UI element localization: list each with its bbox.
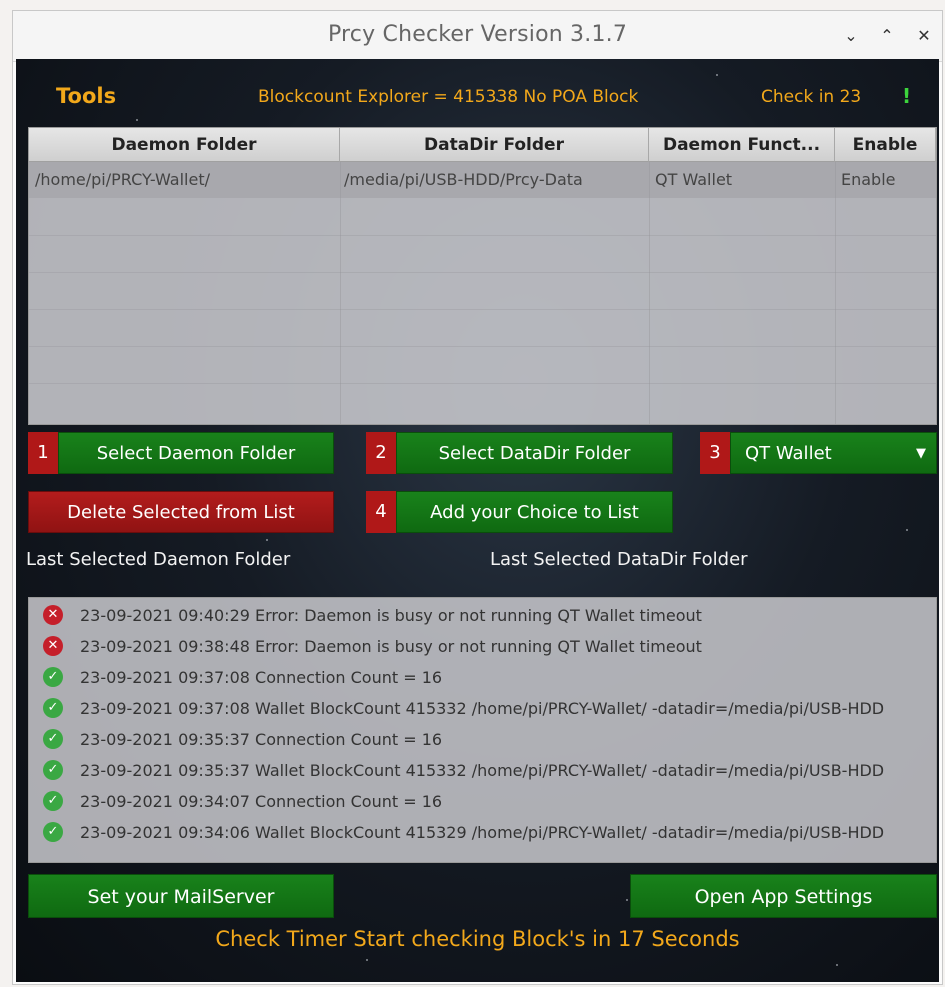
star-decoration: [366, 959, 368, 961]
column-divider: [835, 162, 836, 424]
log-entry-text: 23-09-2021 09:34:06 Wallet BlockCount 41…: [80, 823, 885, 842]
set-mailserver-button[interactable]: Set your MailServer: [28, 874, 334, 918]
row-divider: [29, 235, 936, 236]
title-bar[interactable]: Prcy Checker Version 3.1.7 ⌄ ⌃ ✕: [13, 11, 942, 62]
log-entry-text: 23-09-2021 09:37:08 Connection Count = 1…: [80, 668, 443, 687]
open-app-settings-button[interactable]: Open App Settings: [630, 874, 937, 918]
last-selected-daemon-label: Last Selected Daemon Folder: [26, 549, 291, 570]
row-divider: [29, 309, 936, 310]
add-choice-to-list-button[interactable]: Add your Choice to List: [396, 491, 673, 533]
log-entry: ✓ 23-09-2021 09:37:08 Connection Count =…: [29, 662, 936, 693]
row-divider: [29, 346, 936, 347]
check-icon: ✓: [43, 822, 63, 842]
dropdown-arrow-icon: ▼: [916, 446, 926, 461]
table-cell-daemon-function: QT Wallet: [655, 170, 733, 189]
error-icon: ✕: [43, 605, 63, 625]
log-entry: ✓ 23-09-2021 09:34:07 Connection Count =…: [29, 786, 936, 817]
maximize-button[interactable]: ⌃: [874, 23, 900, 49]
status-indicator-icon: !: [902, 84, 912, 108]
step-2-badge: 2: [366, 432, 396, 474]
log-entry: ✓ 23-09-2021 09:37:08 Wallet BlockCount …: [29, 693, 936, 724]
column-divider: [340, 162, 341, 424]
log-entry-text: 23-09-2021 09:37:08 Wallet BlockCount 41…: [80, 699, 885, 718]
log-entry-text: 23-09-2021 09:35:37 Wallet BlockCount 41…: [80, 761, 885, 780]
log-entry-text: 23-09-2021 09:34:07 Connection Count = 1…: [80, 792, 443, 811]
blockcount-explorer-label: Blockcount Explorer = 415338 No POA Bloc…: [258, 87, 639, 107]
check-icon: ✓: [43, 667, 63, 687]
minimize-button[interactable]: ⌄: [838, 23, 864, 49]
log-entry-text: 23-09-2021 09:40:29 Error: Daemon is bus…: [80, 606, 702, 625]
check-countdown-label: Check in 23: [761, 87, 862, 107]
column-divider: [649, 162, 650, 424]
window-title: Prcy Checker Version 3.1.7: [327, 22, 628, 47]
event-log[interactable]: ✕ 23-09-2021 09:40:29 Error: Daemon is b…: [28, 597, 937, 863]
table-cell-daemon-folder: /home/pi/PRCY-Wallet/: [35, 170, 210, 189]
check-icon: ✓: [43, 760, 63, 780]
star-decoration: [836, 964, 838, 966]
step-3-badge: 3: [700, 432, 730, 474]
check-icon: ✓: [43, 729, 63, 749]
log-entry: ✕ 23-09-2021 09:40:29 Error: Daemon is b…: [29, 600, 936, 631]
table-cell-enable: Enable: [841, 170, 896, 189]
star-decoration: [626, 899, 628, 901]
table-cell-datadir-folder: /media/pi/USB-HDD/Prcy-Data: [344, 170, 583, 189]
log-entry: ✓ 23-09-2021 09:35:37 Wallet BlockCount …: [29, 755, 936, 786]
column-header-daemon-folder[interactable]: Daemon Folder: [29, 128, 340, 162]
log-entry-text: 23-09-2021 09:35:37 Connection Count = 1…: [80, 730, 443, 749]
star-decoration: [906, 529, 908, 531]
main-panel: Tools Blockcount Explorer = 415338 No PO…: [16, 59, 939, 982]
log-entry: ✕ 23-09-2021 09:38:48 Error: Daemon is b…: [29, 631, 936, 662]
select-datadir-folder-button[interactable]: Select DataDir Folder: [396, 432, 673, 474]
check-icon: ✓: [43, 698, 63, 718]
select-daemon-folder-button[interactable]: Select Daemon Folder: [58, 432, 334, 474]
step-1-badge: 1: [28, 432, 58, 474]
app-window: Prcy Checker Version 3.1.7 ⌄ ⌃ ✕ Tools B…: [12, 10, 943, 985]
dropdown-selected-value: QT Wallet: [745, 443, 832, 464]
log-entry-text: 23-09-2021 09:38:48 Error: Daemon is bus…: [80, 637, 702, 656]
step-4-badge: 4: [366, 491, 396, 533]
row-divider: [29, 272, 936, 273]
star-decoration: [266, 539, 268, 541]
daemon-function-dropdown[interactable]: QT Wallet ▼: [730, 432, 937, 474]
log-entry: ✓ 23-09-2021 09:35:37 Connection Count =…: [29, 724, 936, 755]
tools-label: Tools: [56, 84, 117, 108]
column-header-datadir-folder[interactable]: DataDir Folder: [340, 128, 649, 162]
column-header-daemon-function[interactable]: Daemon Funct...: [649, 128, 835, 162]
daemon-table[interactable]: Daemon Folder DataDir Folder Daemon Func…: [28, 127, 937, 425]
star-decoration: [716, 74, 718, 76]
last-selected-datadir-label: Last Selected DataDir Folder: [490, 549, 748, 570]
error-icon: ✕: [43, 636, 63, 656]
column-header-enable[interactable]: Enable: [835, 128, 936, 162]
log-entry: ✓ 23-09-2021 09:34:06 Wallet BlockCount …: [29, 817, 936, 848]
row-divider: [29, 383, 936, 384]
delete-selected-button[interactable]: Delete Selected from List: [28, 491, 334, 533]
star-decoration: [136, 119, 138, 121]
close-button[interactable]: ✕: [911, 23, 937, 49]
check-timer-status: Check Timer Start checking Block's in 17…: [215, 927, 740, 951]
check-icon: ✓: [43, 791, 63, 811]
